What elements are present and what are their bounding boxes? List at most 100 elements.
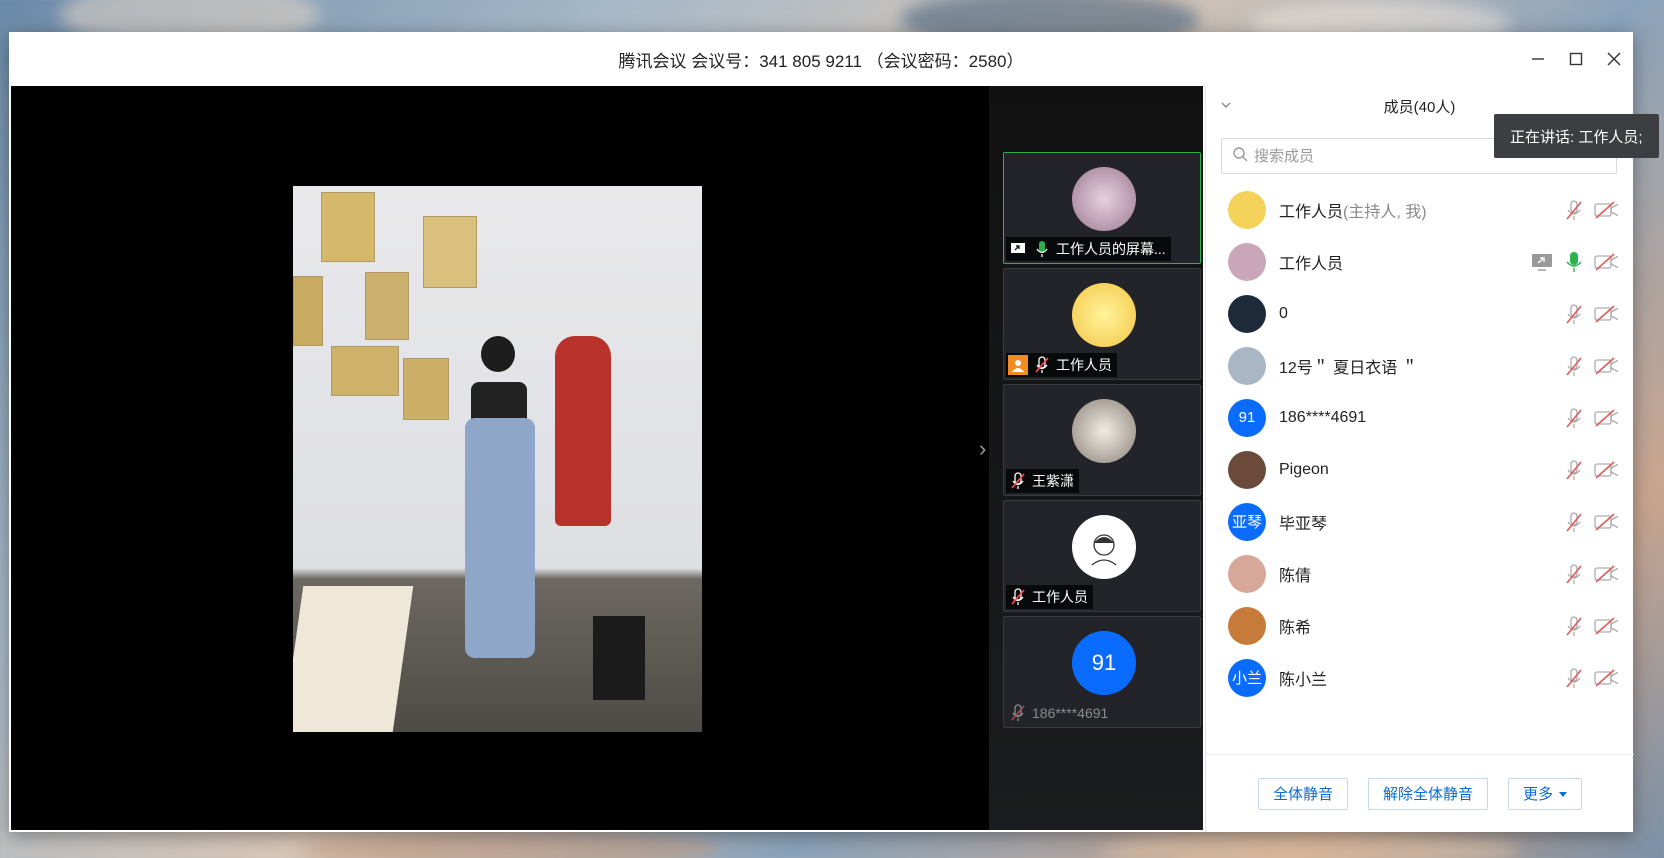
avatar	[1072, 167, 1136, 231]
mic-muted-icon[interactable]	[1562, 562, 1586, 586]
search-icon	[1232, 146, 1248, 167]
camera-off-icon[interactable]	[1594, 510, 1618, 534]
mic-muted-icon[interactable]	[1562, 510, 1586, 534]
member-status-icons	[1562, 198, 1618, 222]
caret-down-icon	[1559, 785, 1568, 802]
mic-muted-icon[interactable]	[1562, 354, 1586, 378]
member-status-icons	[1530, 250, 1618, 274]
member-name: 186****4691	[1279, 409, 1366, 427]
avatar	[1228, 242, 1266, 281]
avatar: 91	[1072, 631, 1136, 695]
avatar	[1228, 554, 1266, 593]
member-row[interactable]: 陈倩	[1206, 546, 1634, 601]
camera-off-icon[interactable]	[1594, 458, 1618, 482]
mic-muted-icon	[1008, 587, 1028, 607]
member-row[interactable]: 工作人员(主持人, 我)	[1206, 182, 1634, 237]
member-name-text: 陈倩	[1279, 567, 1312, 585]
member-name: 12号＂ 夏日衣语 ＂	[1279, 354, 1418, 378]
close-button[interactable]	[1595, 32, 1633, 86]
members-panel-footer: 全体静音 解除全体静音 更多	[1206, 754, 1634, 832]
avatar	[1228, 450, 1266, 489]
camera-off-icon[interactable]	[1594, 666, 1618, 690]
mic-muted-icon[interactable]	[1562, 666, 1586, 690]
camera-off-icon[interactable]	[1594, 614, 1618, 638]
thumbnail-label: 186****4691	[1006, 701, 1113, 725]
member-name: 毕亚琴	[1279, 510, 1327, 534]
member-name-text: 陈希	[1279, 619, 1312, 637]
member-name: 工作人员	[1279, 250, 1343, 274]
avatar	[1228, 606, 1266, 645]
member-status-icons	[1562, 562, 1618, 586]
member-name-text: 毕亚琴	[1279, 515, 1328, 533]
thumbnail-label: 工作人员	[1006, 353, 1117, 377]
camera-off-icon[interactable]	[1594, 302, 1618, 326]
member-row[interactable]: 91 186****4691	[1206, 390, 1634, 445]
meeting-window: 腾讯会议 会议号：341 805 9211 （会议密码：2580） › 工作人员…	[9, 32, 1634, 832]
members-panel: 成员(40人) 工作人员(主持人, 我)工作人员012号＂ 夏日衣语 ＂9118…	[1205, 86, 1634, 832]
member-name-text: 12号＂ 夏日衣语 ＂	[1279, 359, 1418, 377]
unmute-all-button[interactable]: 解除全体静音	[1367, 777, 1488, 810]
thumbnail-tile[interactable]: 91 186****4691	[1003, 616, 1201, 728]
thumbnail-tile[interactable]: 王紫潇	[1003, 384, 1201, 496]
member-status-icons	[1562, 510, 1618, 534]
member-name: Pigeon	[1279, 461, 1329, 479]
member-name-text: 0	[1279, 304, 1288, 322]
member-role: (主持人, 我)	[1343, 203, 1427, 221]
member-row[interactable]: 亚琴 毕亚琴	[1206, 494, 1634, 549]
member-name: 0	[1279, 305, 1288, 323]
member-row[interactable]: 陈希	[1206, 598, 1634, 653]
camera-off-icon[interactable]	[1594, 354, 1618, 378]
mute-all-button[interactable]: 全体静音	[1257, 777, 1348, 810]
member-status-icons	[1562, 614, 1618, 638]
avatar	[1072, 399, 1136, 463]
member-row[interactable]: 12号＂ 夏日衣语 ＂	[1206, 338, 1634, 393]
mic-muted-icon[interactable]	[1562, 614, 1586, 638]
member-name-text: 工作人员	[1279, 203, 1344, 221]
thumbnail-tile[interactable]: 工作人员	[1003, 268, 1201, 380]
screen-share-icon	[1530, 250, 1554, 274]
avatar: 小兰	[1228, 658, 1266, 697]
camera-off-icon[interactable]	[1594, 406, 1618, 430]
screen-share-icon	[1008, 239, 1028, 259]
chevron-right-icon[interactable]: ›	[979, 436, 986, 462]
member-name: 陈小兰	[1279, 666, 1327, 690]
mic-muted-icon	[1008, 471, 1028, 491]
title-bar: 腾讯会议 会议号：341 805 9211 （会议密码：2580）	[9, 32, 1633, 86]
camera-off-icon[interactable]	[1594, 198, 1618, 222]
thumbnail-tile[interactable]: 工作人员	[1003, 500, 1201, 612]
maximize-button[interactable]	[1557, 32, 1595, 86]
speaking-tooltip: 正在讲话: 工作人员;	[1494, 114, 1659, 158]
participant-thumbnails: 工作人员的屏幕... 工作人员 王紫潇 工作人员 91 186****4691	[989, 86, 1203, 830]
member-status-icons	[1562, 354, 1618, 378]
more-button[interactable]: 更多	[1508, 777, 1583, 810]
mic-muted-icon[interactable]	[1562, 458, 1586, 482]
avatar	[1072, 283, 1136, 347]
chevron-down-icon[interactable]	[1220, 98, 1232, 115]
avatar: 91	[1228, 398, 1266, 437]
camera-off-icon[interactable]	[1594, 562, 1618, 586]
member-list: 工作人员(主持人, 我) 工作人员 0 12号＂ 夏日衣语 ＂ 91 186****469…	[1206, 182, 1634, 728]
member-status-icons	[1562, 458, 1618, 482]
avatar	[1228, 346, 1266, 385]
member-name-text: 陈小兰	[1279, 671, 1328, 689]
mic-muted-icon[interactable]	[1562, 406, 1586, 430]
camera-off-icon[interactable]	[1594, 250, 1618, 274]
member-name: 陈倩	[1279, 562, 1311, 586]
member-status-icons	[1562, 406, 1618, 430]
member-status-icons	[1562, 302, 1618, 326]
member-row[interactable]: 0	[1206, 286, 1634, 341]
avatar: 亚琴	[1228, 502, 1266, 541]
member-row[interactable]: Pigeon	[1206, 442, 1634, 497]
window-controls	[1519, 32, 1633, 86]
member-row[interactable]: 小兰 陈小兰	[1206, 650, 1634, 705]
member-name: 陈希	[1279, 614, 1311, 638]
minimize-button[interactable]	[1519, 32, 1557, 86]
thumbnail-tile[interactable]: 工作人员的屏幕...	[1003, 152, 1201, 264]
mic-muted-icon[interactable]	[1562, 198, 1586, 222]
member-name-text: 186****4691	[1279, 408, 1367, 426]
mic-on-icon[interactable]	[1562, 250, 1586, 274]
mic-muted-icon[interactable]	[1562, 302, 1586, 326]
member-row[interactable]: 工作人员	[1206, 234, 1634, 289]
main-video-feed[interactable]	[293, 186, 702, 732]
members-title: 成员(40人)	[1383, 98, 1456, 116]
